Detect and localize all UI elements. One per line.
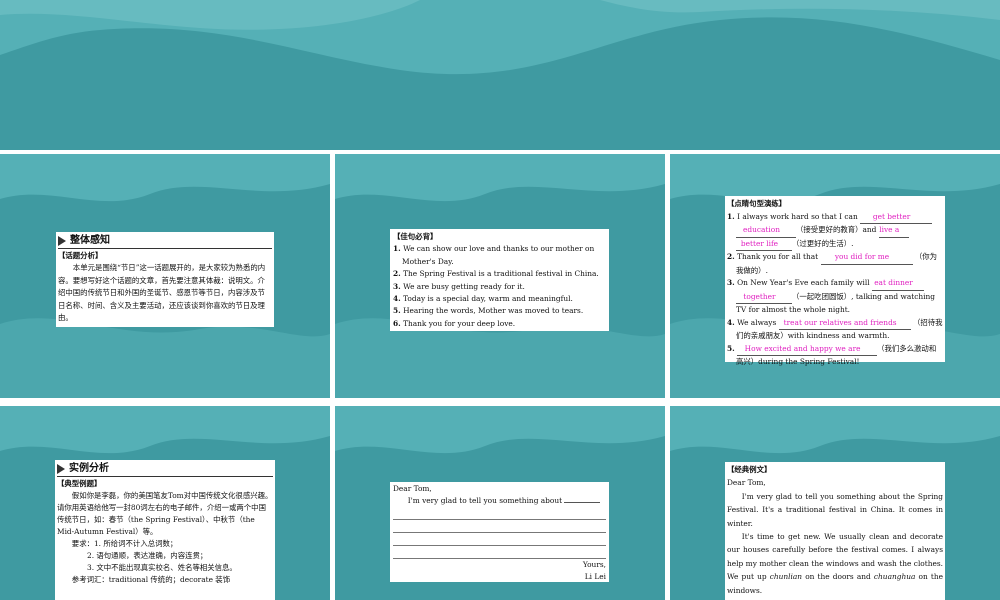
letter-greeting: Dear Tom,	[393, 484, 432, 493]
banner-wave-background	[0, 0, 1000, 150]
content-card: 【经典例文】 Dear Tom, I'm very glad to tell y…	[725, 462, 945, 600]
essay-paragraph-1: I'm very glad to tell you something abou…	[727, 491, 943, 528]
letter-closing: Yours,	[582, 560, 606, 569]
example-prompt: 假如你是李磊，你的美国笔友Tom对中国传统文化很感兴趣。请你用英语给他写一封80…	[57, 491, 273, 536]
letter-opening: I'm very glad to tell you something abou…	[393, 495, 606, 507]
play-triangle-icon	[57, 464, 65, 474]
slide-3[interactable]: 【点睛句型演练】 1. I always work hard so that I…	[670, 154, 1000, 398]
vocabulary: 参考词汇：traditional 传统的；decorate 装饰	[71, 575, 231, 584]
writing-blank[interactable]	[564, 502, 601, 503]
answer-blank[interactable]: better life	[736, 238, 792, 251]
slide-2[interactable]: 【佳句必背】 1. We can show our love and thank…	[335, 154, 665, 398]
topic-header: 【话题分析】	[58, 251, 103, 260]
answer-blank[interactable]: get better	[860, 211, 933, 224]
sentence-1: 1. We can show our love and thanks to ou…	[393, 244, 595, 266]
letter-template-card: Dear Tom, I'm very glad to tell you some…	[390, 482, 609, 582]
letter-signature: Li Lei	[584, 572, 606, 581]
practice-item-1: 1. I always work hard so that I can get …	[727, 211, 943, 251]
answer-blank[interactable]: treat our relatives and friends	[778, 317, 911, 330]
top-banner	[0, 0, 1000, 150]
slide-1[interactable]: 整体感知 【话题分析】 本单元是围绕“节日”这一话题展开的，是大家较为熟悉的内容…	[0, 154, 330, 398]
requirement-1: 要求：1. 所给词不计入总词数；	[71, 539, 178, 548]
topic-text: 本单元是围绕“节日”这一话题展开的，是大家较为熟悉的内容。要想写好这个话题的文章…	[58, 263, 266, 323]
content-card: 整体感知 【话题分析】 本单元是围绕“节日”这一话题展开的，是大家较为熟悉的内容…	[56, 232, 274, 327]
model-essay-header: 【经典例文】	[727, 465, 772, 474]
writing-line[interactable]	[393, 546, 606, 559]
writing-line[interactable]	[393, 520, 606, 533]
requirement-2: 2. 语句通顺，表达准确，内容连贯；	[87, 551, 208, 560]
sentence-4: 4. Today is a special day, warm and mean…	[393, 294, 573, 304]
essay-greeting: Dear Tom,	[727, 478, 766, 488]
answer-blank[interactable]: education	[736, 224, 796, 238]
slide-6[interactable]: 【经典例文】 Dear Tom, I'm very glad to tell y…	[670, 406, 1000, 600]
content-card: 【点睛句型演练】 1. I always work hard so that I…	[725, 196, 945, 366]
section-heading: 实例分析	[57, 462, 273, 477]
practice-item-3: 3. On New Year's Eve each family will ea…	[727, 277, 935, 314]
answer-blank[interactable]: together	[736, 291, 792, 304]
slide-5[interactable]: Dear Tom, I'm very glad to tell you some…	[335, 406, 665, 600]
practice-item-4: 4. We always treat our relatives and fri…	[727, 317, 943, 341]
content-card: 【佳句必背】 1. We can show our love and thank…	[390, 229, 609, 331]
essay-paragraph-2: It's time to get new. We usually clean a…	[727, 532, 943, 595]
writing-line[interactable]	[393, 533, 606, 546]
requirement-3: 3. 文中不能出现真实校名、姓名等相关信息。	[87, 563, 237, 572]
sentence-6: 6. Thank you for your deep love.	[393, 318, 516, 328]
play-triangle-icon	[58, 236, 66, 246]
sentence-2: 2. The Spring Festival is a traditional …	[393, 269, 599, 279]
practice-header: 【点睛句型演练】	[727, 199, 787, 208]
example-header: 【典型例题】	[57, 479, 102, 488]
sentence-5: 5. Hearing the words, Mother was moved t…	[393, 306, 584, 316]
sentence-3: 3. We are busy getting ready for it.	[393, 281, 525, 291]
practice-item-2: 2. Thank you for all that you did for me…	[727, 251, 938, 275]
answer-blank[interactable]: you did for me	[820, 251, 913, 265]
writing-line[interactable]	[393, 507, 606, 520]
sentences-header: 【佳句必背】	[393, 232, 438, 241]
content-card: 实例分析 【典型例题】 假如你是李磊，你的美国笔友Tom对中国传统文化很感兴趣。…	[55, 460, 275, 600]
answer-blank[interactable]: How excited and happy we are	[737, 343, 878, 356]
practice-item-5: 5. How excited and happy we are （我们多么激动和高…	[727, 343, 937, 367]
answer-blank[interactable]: live a	[878, 224, 909, 238]
answer-blank[interactable]: eat dinner	[872, 277, 924, 291]
section-heading: 整体感知	[58, 234, 272, 249]
slide-4[interactable]: 实例分析 【典型例题】 假如你是李磊，你的美国笔友Tom对中国传统文化很感兴趣。…	[0, 406, 330, 600]
